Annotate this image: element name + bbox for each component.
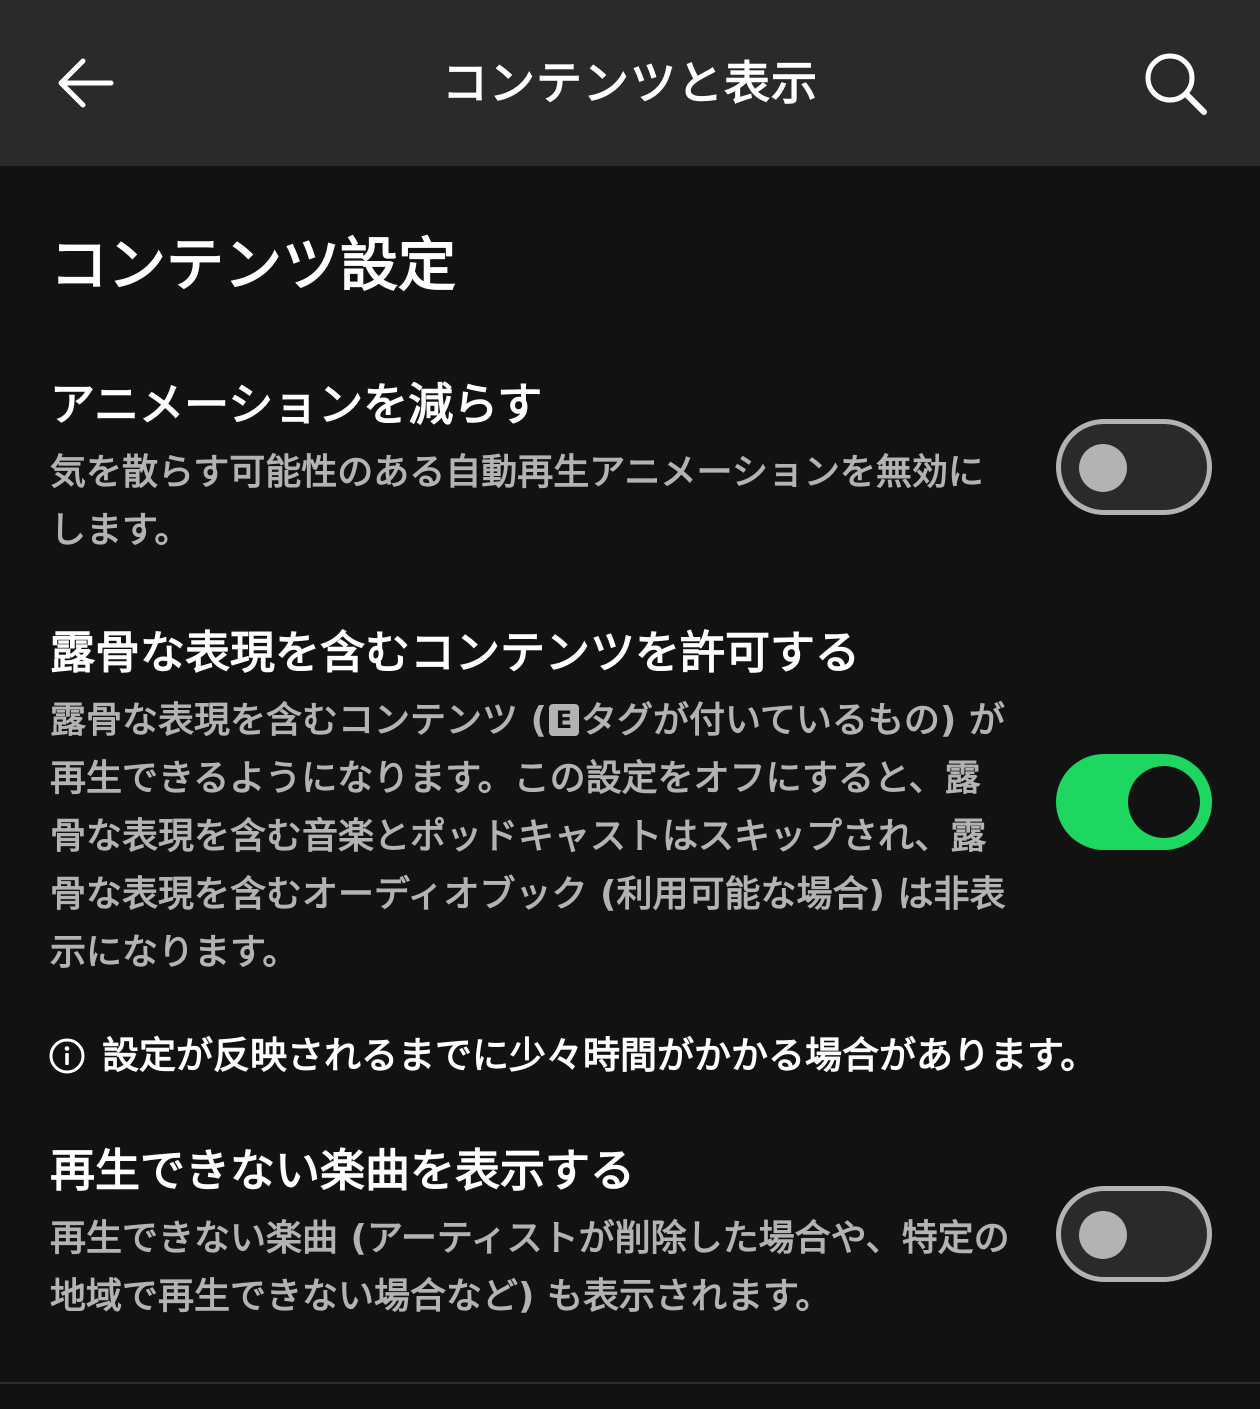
reduce-animation-toggle[interactable] <box>1056 419 1212 515</box>
setting-reduce-animation: アニメーションを減らす 気を散らす可能性のある自動再生アニメーションを無効にしま… <box>50 374 1010 560</box>
setting-explicit-content: 露骨な表現を含むコンテンツを許可する 露骨な表現を含むコンテンツ (E タグが付い… <box>50 622 1010 982</box>
page-title: コンテンツと表示 <box>442 56 818 110</box>
toggle-knob <box>1079 444 1127 492</box>
search-icon <box>1145 53 1207 115</box>
section-title: コンテンツ設定 <box>50 231 457 299</box>
setting-title: アニメーションを減らす <box>50 378 543 431</box>
divider <box>0 1382 1260 1384</box>
toggle-knob <box>1128 766 1200 838</box>
arrow-left-icon <box>58 58 114 108</box>
explicit-badge: E <box>549 704 579 736</box>
note-text: 設定が反映されるまでに少々時間がかかる場合があります。 <box>102 1034 1098 1077</box>
setting-show-unplayable: 再生できない楽曲を表示する 再生できない楽曲 (アーティストが削除した場合や、特… <box>50 1140 1010 1326</box>
show-unplayable-toggle[interactable] <box>1056 1186 1212 1282</box>
search-button[interactable] <box>1130 38 1220 128</box>
explicit-content-toggle[interactable] <box>1056 754 1212 850</box>
description-text: 露骨な表現を含むコンテンツ ( <box>50 700 547 741</box>
setting-title: 再生できない楽曲を表示する <box>50 1144 636 1197</box>
toggle-knob <box>1079 1211 1127 1259</box>
back-button[interactable] <box>40 38 130 128</box>
setting-description: 再生できない楽曲 (アーティストが削除した場合や、特定の地域で再生できない場合な… <box>50 1218 1010 1317</box>
setting-title: 露骨な表現を含むコンテンツを許可する <box>50 626 861 679</box>
info-note: 設定が反映されるまでに少々時間がかかる場合があります。 <box>48 1028 1228 1084</box>
info-icon <box>49 1038 85 1074</box>
setting-description: 露骨な表現を含むコンテンツ (E タグが付いているもの) が再生できるようになりま… <box>50 692 1010 982</box>
setting-description: 気を散らす可能性のある自動再生アニメーションを無効にします。 <box>50 452 984 551</box>
top-app-bar: コンテンツと表示 <box>0 0 1260 166</box>
